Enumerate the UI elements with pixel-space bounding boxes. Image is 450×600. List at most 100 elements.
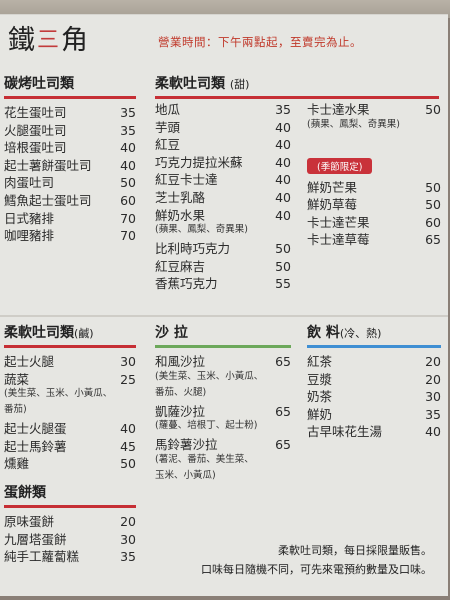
menu-item-name: 和風沙拉 xyxy=(155,354,206,369)
menu-item-price: 50 xyxy=(120,175,136,191)
menu-item-name: 卡士達芒果 xyxy=(307,214,370,230)
menu-item-price: 65 xyxy=(275,354,291,369)
seasonal-item-list: 鮮奶芒果 50 鮮奶草莓 50 卡士達芒果 60 卡士達草莓 65 xyxy=(307,177,441,248)
section-rule xyxy=(4,96,136,99)
section-title: 柔軟吐司類(鹹) xyxy=(4,322,136,342)
footer-note-2: 口味每日隨機不同，可先來電預約數量及口味。 xyxy=(201,563,432,576)
section-egg-pancake: 蛋餅類 原味蛋餅 20 九層塔蛋餅 30 純手工蘿蔔糕 35 xyxy=(4,482,136,564)
item-note: (美生菜、玉米、小黃瓜、 xyxy=(4,388,113,400)
menu-item-price: 20 xyxy=(120,514,136,529)
section-drinks: 飲 料(冷、熱) 紅茶 20 豆漿 20 奶茶 30 鮮奶 35 古早味花生湯 40 xyxy=(307,322,441,439)
item-note: (薯泥、番茄、美生菜、 xyxy=(155,453,254,465)
menu-item-name: 巧克力提拉米蘇 xyxy=(155,154,243,170)
menu-item-name: 燻雞 xyxy=(4,456,30,472)
menu-item-price: 50 xyxy=(120,456,136,472)
menu-item: 原味蛋餅 20 xyxy=(4,511,136,529)
menu-item-name: 起士火腿 xyxy=(4,354,55,369)
section-title: 碳烤吐司類 xyxy=(4,76,74,92)
seasonal-badge-row: (季節限定) xyxy=(307,155,441,174)
menu-item: 紅茶 20 xyxy=(307,351,441,369)
menu-item-price: 40 xyxy=(275,119,291,135)
menu-item-price: 40 xyxy=(425,424,441,440)
section-title-text: 柔軟吐司類 xyxy=(4,325,74,341)
menu-item-price: 35 xyxy=(275,102,291,117)
section-rule xyxy=(4,345,136,348)
section-soft-toast-salty: 柔軟吐司類(鹹) 起士火腿 30 蔬菜 25 (美生菜、玉米、小黃瓜、 番茄) 起士火腿蛋 4… xyxy=(4,322,136,471)
menu-item-name: 紅豆 xyxy=(155,137,181,153)
menu-item: 紅豆 40 xyxy=(155,134,291,152)
menu-item-name: 比利時巧克力 xyxy=(155,241,231,257)
menu-item: 比利時巧克力 50 xyxy=(155,238,291,256)
section-title: 沙 拉 xyxy=(155,325,188,341)
menu-item-name: 原味蛋餅 xyxy=(4,514,55,529)
menu-item: 芋頭 40 xyxy=(155,117,291,135)
menu-item-price: 40 xyxy=(275,207,291,223)
menu-item: 起士薯餅蛋吐司 40 xyxy=(4,155,136,173)
menu-item-price: 50 xyxy=(425,102,441,117)
menu-item-name: 火腿蛋吐司 xyxy=(4,122,67,138)
menu-item: 香蕉巧克力 55 xyxy=(155,273,291,291)
menu-item-name: 紅豆卡士達 xyxy=(155,172,218,188)
menu-item: 起士火腿蛋 40 xyxy=(4,418,136,436)
menu-item-name: 肉蛋吐司 xyxy=(4,175,55,191)
menu-item-price: 50 xyxy=(275,241,291,257)
item-note: 番茄) xyxy=(4,404,27,416)
menu-item: 卡士達芒果 60 xyxy=(307,212,441,230)
menu-item-name: 花生蛋吐司 xyxy=(4,105,67,120)
menu-item-price: 35 xyxy=(120,549,136,565)
section-subtitle: (甜) xyxy=(229,78,250,91)
menu-item-price: 40 xyxy=(275,172,291,188)
menu-item: 鱈魚起士蛋吐司 60 xyxy=(4,190,136,208)
section-title-text: 飲 料 xyxy=(307,325,340,341)
section-soft-toast-sweet-header: 柔軟吐司類 (甜) xyxy=(155,73,439,99)
menu-item-name: 古早味花生湯 xyxy=(307,424,383,440)
menu-item-price: 65 xyxy=(275,403,291,419)
section-charcoal-toast: 碳烤吐司類 花生蛋吐司 35 火腿蛋吐司 35 培根蛋吐司 40 起士薯餅蛋吐司 40 肉蛋吐司… xyxy=(4,73,136,243)
menu-item-price: 40 xyxy=(120,421,136,437)
menu-item-name: 香蕉巧克力 xyxy=(155,276,218,292)
section-rule xyxy=(155,345,291,348)
menu-item: 咖哩豬排 70 xyxy=(4,225,136,243)
menu-item-price: 65 xyxy=(425,232,441,248)
menu-item-price: 60 xyxy=(425,214,441,230)
menu-item-price: 20 xyxy=(425,354,441,369)
menu-item-name: 卡士達水果 xyxy=(307,102,370,117)
menu-item: 卡士達水果 50 xyxy=(307,99,441,117)
menu-item-name: 奶茶 xyxy=(307,389,333,405)
menu-item-price: 40 xyxy=(120,157,136,173)
menu-item-name: 日式豬排 xyxy=(4,210,55,226)
logo-left-char: 鐵 xyxy=(8,25,36,56)
menu-item-price: 50 xyxy=(425,179,441,195)
menu-item: 和風沙拉 65 xyxy=(155,351,291,369)
item-list: 花生蛋吐司 35 火腿蛋吐司 35 培根蛋吐司 40 起士薯餅蛋吐司 40 肉蛋吐司 50 鱈魚起士… xyxy=(4,102,136,243)
section-rule xyxy=(307,345,441,348)
logo-right-char: 角 xyxy=(61,25,90,56)
menu-item: 紅豆麻吉 50 xyxy=(155,256,291,274)
menu-item: 鮮奶草莓 50 xyxy=(307,194,441,212)
menu-item-price: 40 xyxy=(275,137,291,153)
item-list: 原味蛋餅 20 九層塔蛋餅 30 純手工蘿蔔糕 35 xyxy=(4,511,136,564)
menu-item-price: 20 xyxy=(425,371,441,387)
menu-item: 鮮奶芒果 50 xyxy=(307,177,441,195)
menu-item-name: 鮮奶水果 xyxy=(155,207,206,223)
menu-item: 蔬菜 25 xyxy=(4,369,136,387)
menu-item: 花生蛋吐司 35 xyxy=(4,102,136,120)
item-list: 起士火腿 30 蔬菜 25 (美生菜、玉米、小黃瓜、 番茄) 起士火腿蛋 40 起士馬鈴薯 45 燻… xyxy=(4,351,136,471)
menu-item-price: 35 xyxy=(120,105,136,120)
section-salad: 沙 拉 和風沙拉 65 (美生菜、玉米、小黃瓜、 番茄、火腿) 凱薩沙拉 65 (蘿蔓、培根… xyxy=(155,322,291,484)
menu-item: 巧克力提拉米蘇 40 xyxy=(155,152,291,170)
menu-item-price: 30 xyxy=(425,389,441,405)
menu-item-name: 馬鈴薯沙拉 xyxy=(155,437,218,453)
shop-logo: 鐵三角 xyxy=(8,18,89,57)
menu-item: 九層塔蛋餅 30 xyxy=(4,529,136,547)
seasonal-badge: (季節限定) xyxy=(307,157,373,174)
menu-item-price: 40 xyxy=(275,154,291,170)
item-note: (蘿蔓、培根丁、起士粉) xyxy=(155,420,258,432)
menu-item-name: 地瓜 xyxy=(155,102,181,117)
item-note: 玉米、小黃瓜) xyxy=(155,469,216,481)
menu-item-name: 鮮奶 xyxy=(307,406,333,422)
section-title: 飲 料(冷、熱) xyxy=(307,322,441,342)
menu-item-price: 30 xyxy=(120,531,136,547)
menu-item-price: 40 xyxy=(275,189,291,205)
section-title: 蛋餅類 xyxy=(4,485,46,501)
